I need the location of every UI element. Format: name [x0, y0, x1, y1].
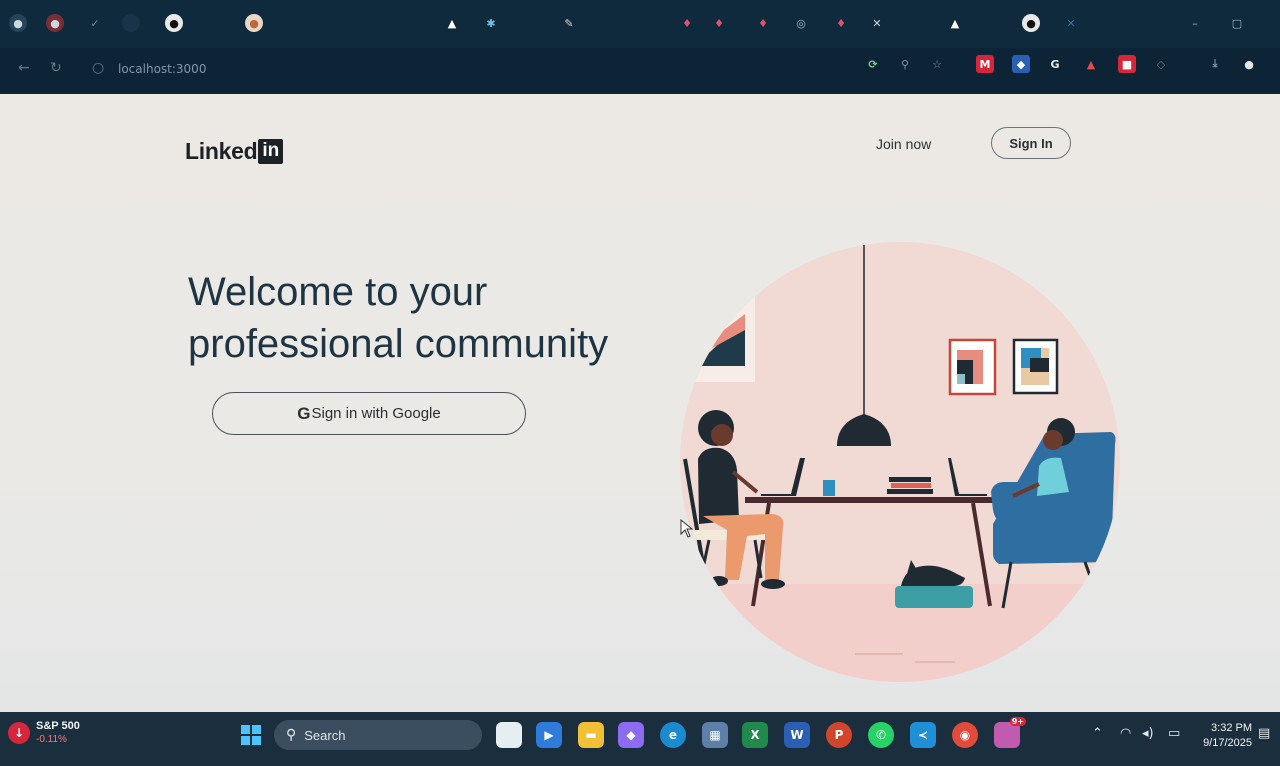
linkedin-logo[interactable]: Linked in	[185, 138, 284, 165]
extension-icon[interactable]: M	[976, 55, 994, 73]
extension-icon[interactable]: ■	[1118, 55, 1136, 73]
tab-favicon-icon[interactable]: ●	[9, 14, 27, 32]
github-icon[interactable]: ●	[165, 14, 183, 32]
windows-start-icon[interactable]	[238, 722, 264, 748]
file-explorer-icon[interactable]: ▬	[578, 722, 604, 748]
taskbar: ↓ S&P 500 -0.11% ⚲ Search ▶ ▬ ◆ e ▦ X W …	[0, 712, 1280, 766]
google-sign-in-button[interactable]: G Sign in with Google	[212, 392, 526, 435]
minimize-icon[interactable]: –	[1186, 14, 1204, 32]
search-icon[interactable]: ⚲	[896, 55, 914, 73]
profile-icon[interactable]: ●	[1240, 55, 1258, 73]
join-now-link[interactable]: Join now	[876, 136, 931, 152]
star-icon[interactable]: ☆	[928, 55, 946, 73]
search-label: Search	[304, 727, 346, 743]
whatsapp-icon[interactable]: ✆	[868, 722, 894, 748]
logo-in-box: in	[258, 139, 284, 164]
browser-tab-bar: ● ● ✓ ● ● ▲ ✱ ✎ ♦ ♦ ♦ ◎ ♦ ✕ ▲ ● ✕ – ▢	[0, 0, 1280, 48]
logo-wordmark: Linked	[185, 138, 258, 164]
excel-icon[interactable]: X	[742, 722, 768, 748]
tray-overflow-icon[interactable]: ⌃	[1092, 726, 1103, 741]
google-icon: G	[297, 403, 311, 423]
tab-check-icon[interactable]: ✓	[86, 14, 104, 32]
back-icon[interactable]: ←	[18, 60, 30, 76]
system-clock[interactable]: 3:32 PM 9/17/2025	[1196, 721, 1252, 751]
task-view-icon[interactable]	[496, 722, 522, 748]
stock-widget[interactable]: ↓ S&P 500 -0.11%	[8, 720, 80, 746]
notification-badge: 9+	[1009, 717, 1026, 726]
stock-name: S&P 500	[36, 720, 80, 732]
github-icon[interactable]: ●	[1022, 14, 1040, 32]
tab-favicon-icon[interactable]: ♦	[754, 14, 772, 32]
tab-favicon-icon[interactable]: ▲	[946, 14, 964, 32]
copilot-icon[interactable]: ◆	[618, 722, 644, 748]
tab-favicon-icon[interactable]: ●	[245, 14, 263, 32]
chrome-icon[interactable]: ◉	[952, 722, 978, 748]
maximize-icon[interactable]: ▢	[1228, 14, 1246, 32]
clock-date: 9/17/2025	[1203, 737, 1252, 749]
download-icon[interactable]: ⤓	[1206, 55, 1224, 73]
hero-illustration	[680, 242, 1120, 682]
headline-line-2: professional community	[188, 322, 609, 366]
wifi-icon[interactable]: ◠	[1120, 726, 1131, 741]
powerpoint-icon[interactable]: P	[826, 722, 852, 748]
tab-favicon-icon[interactable]: ♦	[832, 14, 850, 32]
tab-favicon-icon[interactable]: ▲	[443, 14, 461, 32]
translate-icon[interactable]: ⟳	[864, 55, 882, 73]
tab-favicon-icon[interactable]: ◎	[792, 14, 810, 32]
reload-icon[interactable]: ↻	[50, 60, 62, 76]
battery-icon[interactable]: ▭	[1168, 726, 1180, 741]
tab-favicon-icon[interactable]: ♦	[710, 14, 728, 32]
tab-favicon-icon[interactable]: ♦	[678, 14, 696, 32]
stock-change: -0.11%	[36, 734, 67, 745]
mouse-cursor-icon	[680, 519, 694, 538]
extension-icon[interactable]: ◆	[1012, 55, 1030, 73]
extension-icon[interactable]: ▲	[1082, 55, 1100, 73]
extensions-icon[interactable]: ◇	[1152, 55, 1170, 73]
site-info-icon[interactable]: ○	[92, 60, 104, 76]
tab-favicon-icon[interactable]	[122, 14, 140, 32]
url-field[interactable]: localhost:3000	[118, 62, 206, 76]
clock-time: 3:32 PM	[1211, 722, 1252, 734]
hero-headline: Welcome to your professional community	[188, 266, 608, 370]
taskbar-search-box[interactable]: ⚲ Search	[274, 720, 482, 750]
volume-icon[interactable]: ◂)	[1142, 726, 1154, 741]
edge-icon[interactable]: e	[660, 722, 686, 748]
search-icon: ⚲	[286, 727, 297, 743]
wall-picture-red	[948, 338, 997, 396]
discord-icon[interactable]: 9+	[994, 717, 1026, 748]
tab-favicon-icon[interactable]: ✎	[560, 14, 578, 32]
store-icon[interactable]: ▦	[702, 722, 728, 748]
page-content: Linked in Join now Sign In Welcome to yo…	[0, 94, 1280, 712]
extension-icon[interactable]: G	[1046, 55, 1064, 73]
wall-picture-mountain	[685, 292, 755, 382]
tab-favicon-icon[interactable]: ●	[46, 14, 64, 32]
notification-icon[interactable]: ▤	[1258, 726, 1270, 741]
sign-in-button[interactable]: Sign In	[991, 127, 1071, 159]
wall-picture-blue	[1012, 338, 1059, 395]
close-tab-icon[interactable]: ✕	[1062, 14, 1080, 32]
vscode-icon[interactable]: ≺	[910, 722, 936, 748]
meet-icon[interactable]: ▶	[536, 722, 562, 748]
tab-favicon-icon[interactable]: ✱	[482, 14, 500, 32]
stock-down-icon: ↓	[8, 722, 30, 744]
headline-line-1: Welcome to your	[188, 270, 488, 314]
tab-favicon-icon[interactable]: ✕	[868, 14, 886, 32]
word-icon[interactable]: W	[784, 722, 810, 748]
google-sign-in-label: Sign in with Google	[311, 405, 441, 422]
